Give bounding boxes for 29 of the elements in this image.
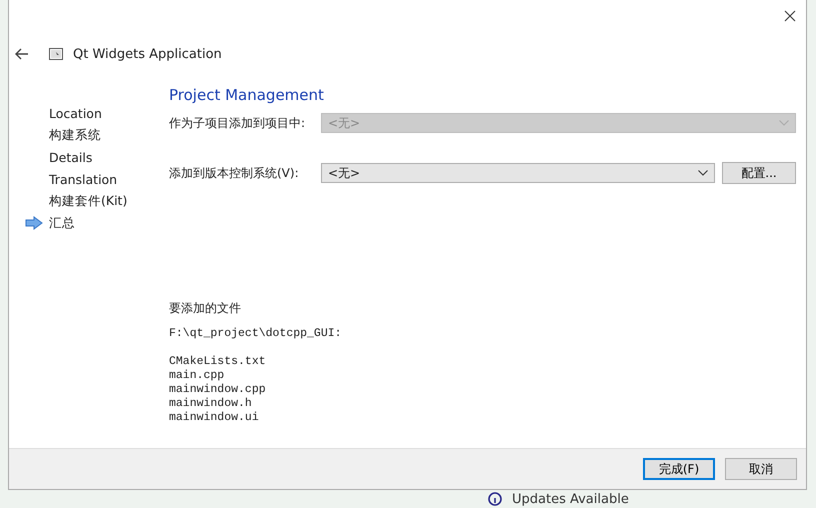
- close-icon[interactable]: [782, 8, 798, 24]
- file-name: CMakeLists.txt: [169, 355, 267, 369]
- chevron-down-icon: [698, 170, 708, 176]
- file-name: mainwindow.h: [169, 397, 253, 411]
- configure-button[interactable]: 配置...: [722, 162, 796, 184]
- dialog-button[interactable]: 完成(F): [643, 458, 715, 480]
- wizard-step: 构建套件(Kit): [9, 190, 169, 212]
- back-arrow-icon[interactable]: [15, 48, 29, 60]
- wizard-step: 汇总: [9, 212, 169, 234]
- wizard-step: Location: [9, 102, 169, 124]
- notice-text: Updates Available: [512, 492, 629, 506]
- dropdown[interactable]: <无>: [321, 163, 715, 183]
- file-name: mainwindow.cpp: [169, 383, 267, 397]
- window-icon: [49, 48, 63, 60]
- files-heading: 要添加的文件: [169, 300, 242, 317]
- page-heading: Project Management: [169, 86, 325, 106]
- file-name: mainwindow.ui: [169, 411, 260, 425]
- wizard-step: Details: [9, 146, 169, 168]
- wizard-step: 构建系统: [9, 124, 169, 146]
- window-title: Qt Widgets Application: [73, 46, 222, 62]
- arrow-icon: [25, 216, 43, 230]
- project-path: F:\qt_project\dotcpp_GUI:: [169, 327, 343, 341]
- chevron-down-icon: [779, 120, 789, 126]
- field-label: 添加到版本控制系统(V):: [169, 164, 300, 182]
- field-label: 作为子项目添加到项目中:: [169, 114, 306, 132]
- info-icon: [488, 492, 502, 506]
- dialog-button[interactable]: 取消: [725, 458, 797, 480]
- file-name: main.cpp: [169, 369, 226, 383]
- wizard-step: Translation: [9, 168, 169, 190]
